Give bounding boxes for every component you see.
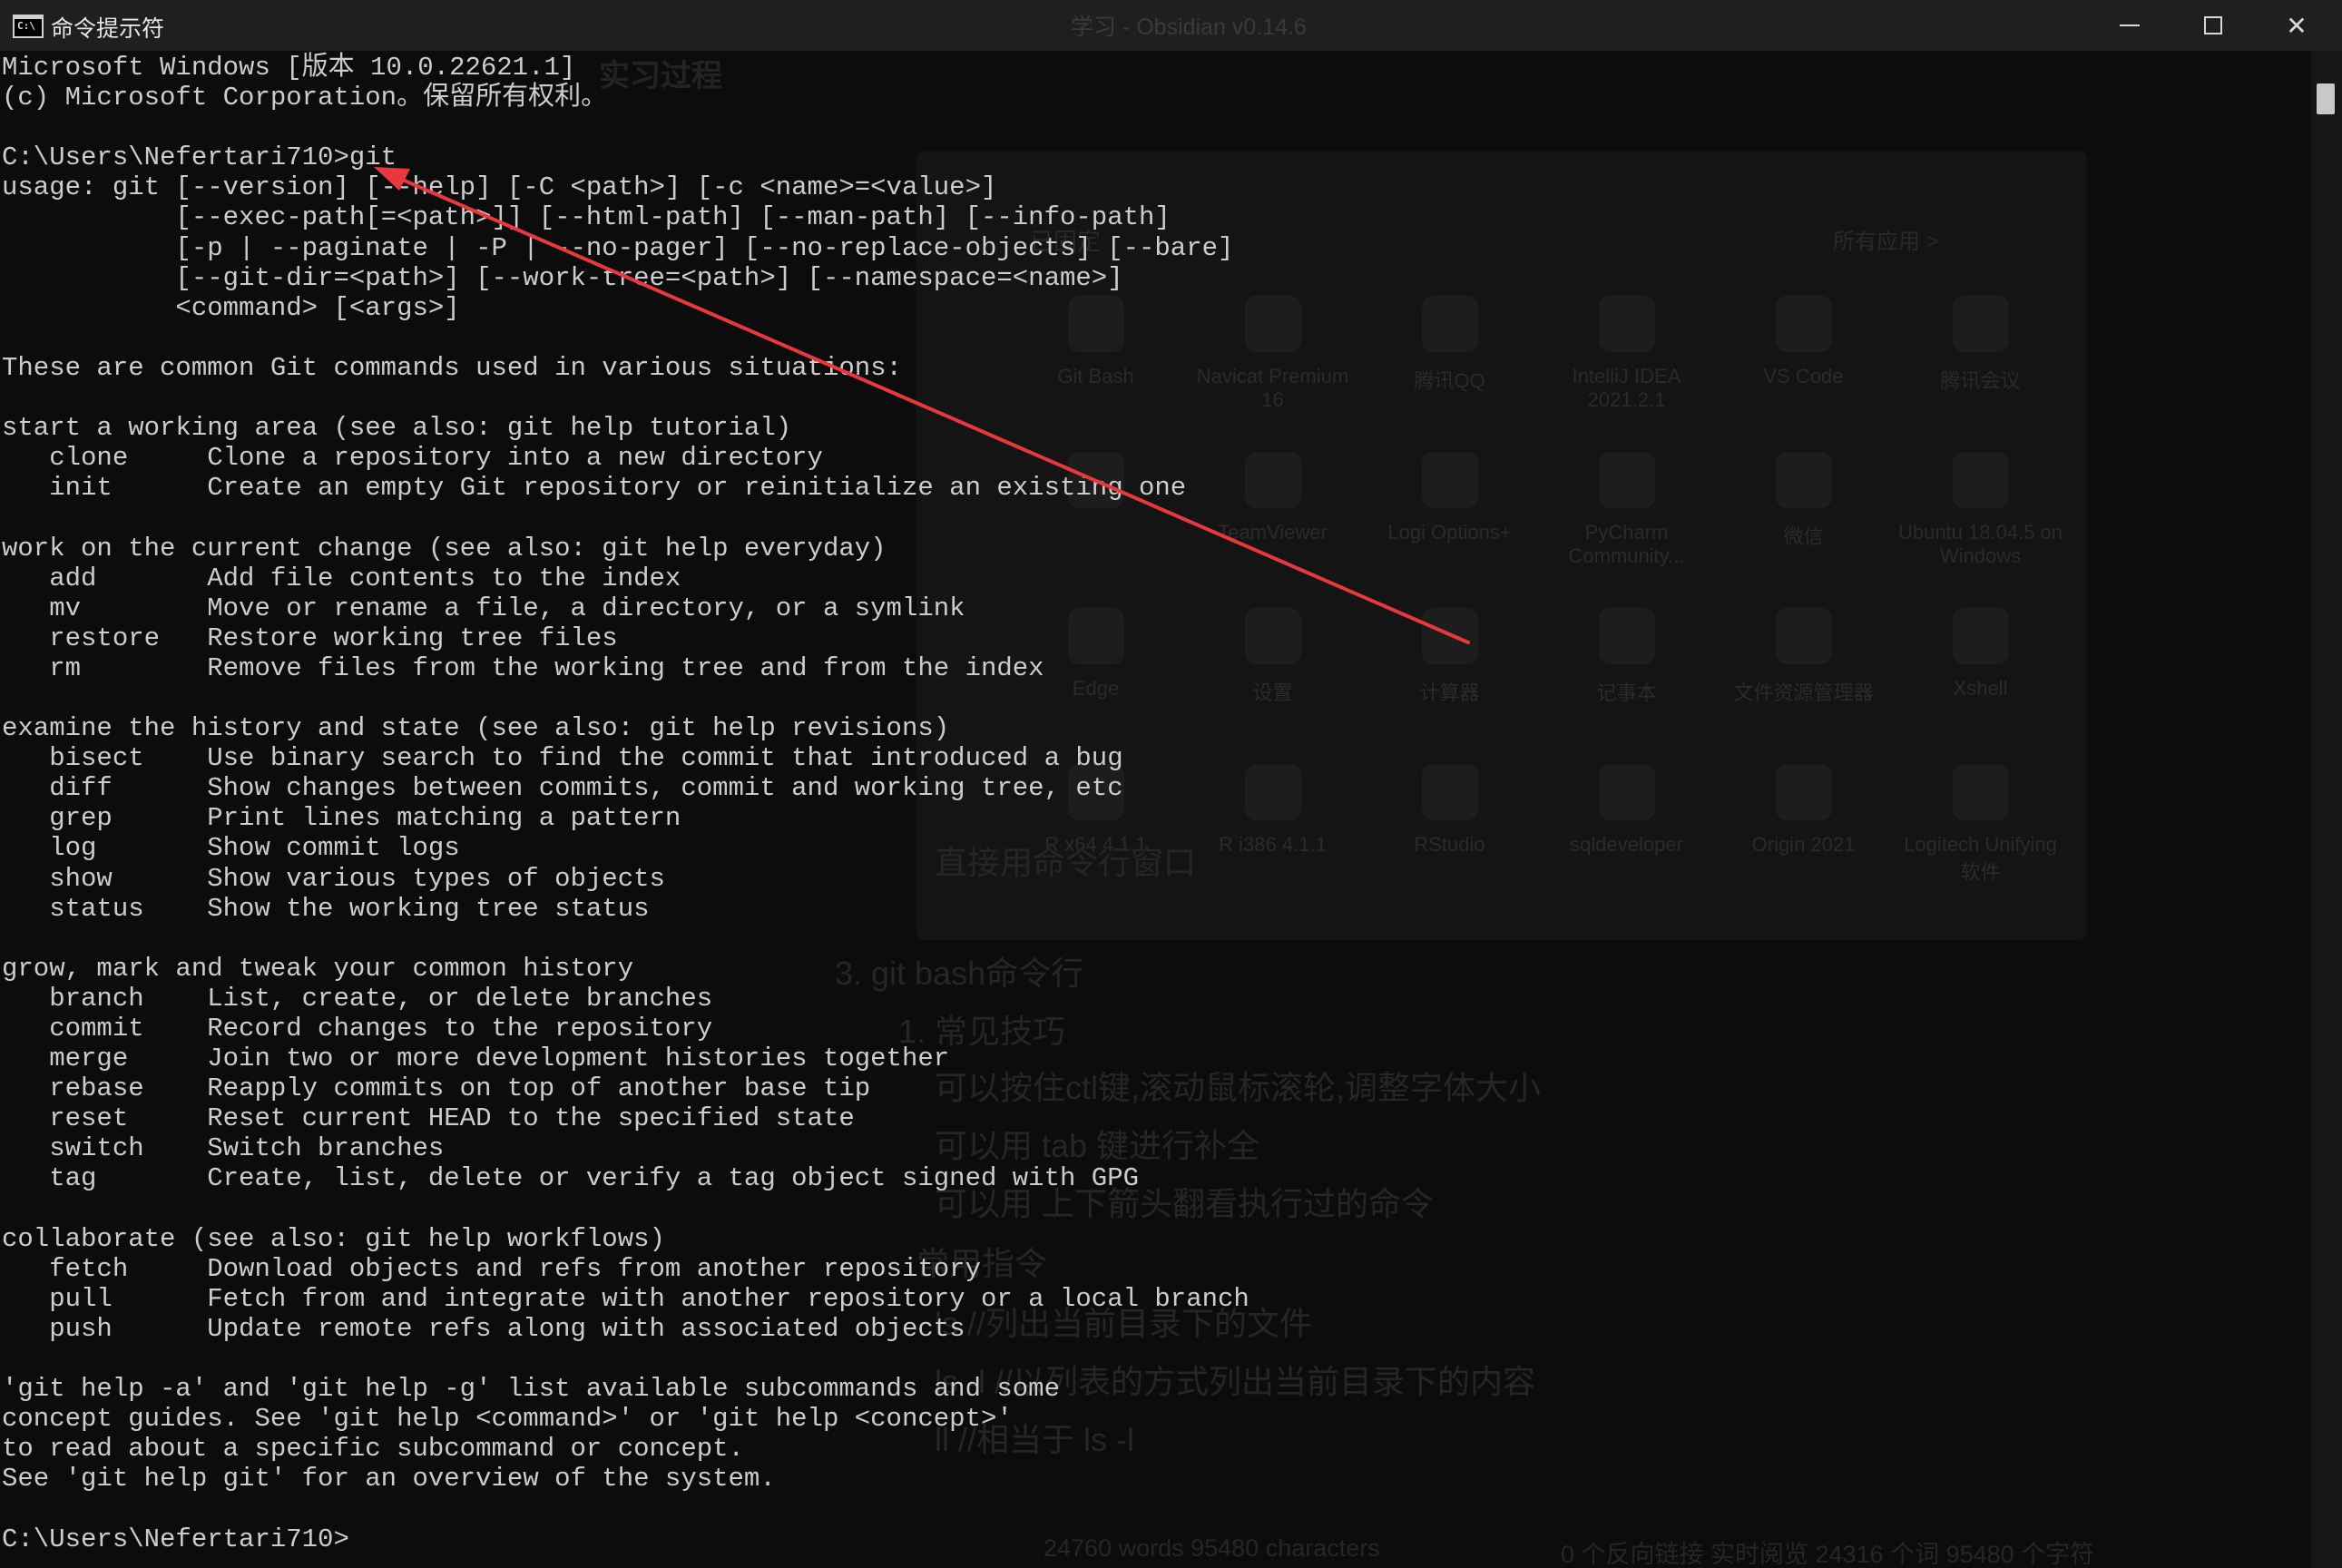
- terminal-line: grep Print lines matching a pattern: [2, 803, 681, 834]
- command-prompt-icon-label: C:\: [17, 20, 35, 32]
- window-title: 命令提示符: [51, 15, 165, 42]
- maximize-button[interactable]: [2171, 0, 2255, 51]
- terminal-line: merge Join two or more development histo…: [2, 1044, 950, 1074]
- maximize-icon: [2204, 16, 2222, 34]
- terminal-line: branch List, create, or delete branches: [2, 983, 713, 1014]
- minimize-icon: [2120, 24, 2140, 26]
- terminal-line: commit Record changes to the repository: [2, 1014, 713, 1044]
- terminal-line: status Show the working tree status: [2, 893, 650, 924]
- terminal-line: switch Switch branches: [2, 1133, 445, 1164]
- terminal-line: These are common Git commands used in va…: [2, 352, 902, 383]
- terminal-line: show Show various types of objects: [2, 863, 665, 894]
- minimize-button[interactable]: [2088, 0, 2171, 51]
- terminal-line: rebase Reapply commits on top of another…: [2, 1073, 871, 1104]
- terminal-line: Microsoft Windows [版本 10.0.22621.1]: [2, 53, 576, 83]
- terminal-line: collaborate (see also: git help workflow…: [2, 1223, 665, 1254]
- terminal-line: to read about a specific subcommand or c…: [2, 1434, 744, 1465]
- terminal-line: clone Clone a repository into a new dire…: [2, 443, 823, 474]
- terminal-line: concept guides. See 'git help <command>'…: [2, 1404, 1013, 1435]
- terminal-line: (c) Microsoft Corporation。保留所有权利。: [2, 83, 608, 113]
- terminal-line: [-p | --paginate | -P | --no-pager] [--n…: [2, 232, 1234, 263]
- terminal-line: diff Show changes between commits, commi…: [2, 773, 1123, 804]
- background-window-title: 学习 - Obsidian v0.14.6: [1071, 15, 1307, 40]
- terminal-line: log Show commit logs: [2, 833, 460, 864]
- scrollbar-thumb[interactable]: [2317, 83, 2335, 114]
- terminal-line: restore Restore working tree files: [2, 622, 618, 653]
- close-button[interactable]: ✕: [2255, 0, 2338, 51]
- terminal-line: C:\Users\Nefertari710>git: [2, 142, 397, 173]
- terminal-line: add Add file contents to the index: [2, 563, 681, 593]
- command-prompt-icon: C:\: [13, 15, 44, 38]
- terminal-line: start a working area (see also: git help…: [2, 413, 792, 444]
- terminal-line: grow, mark and tweak your common history: [2, 953, 634, 984]
- terminal-line: push Update remote refs along with assoc…: [2, 1313, 965, 1344]
- terminal-line: rm Remove files from the working tree an…: [2, 652, 1044, 683]
- title-bar[interactable]: C:\ 命令提示符 学习 - Obsidian v0.14.6 ✕: [0, 0, 2342, 51]
- terminal-line: usage: git [--version] [--help] [-C <pat…: [2, 172, 997, 203]
- terminal-line: [--exec-path[=<path>]] [--html-path] [--…: [2, 202, 1171, 233]
- terminal-line: mv Move or rename a file, a directory, o…: [2, 593, 965, 623]
- terminal-line: <command> [<args>]: [2, 292, 460, 323]
- command-prompt-window: 实习过程 已固定 所有应用 > Git Bash Navicat Premium …: [0, 0, 2342, 1568]
- terminal-line: 'git help -a' and 'git help -g' list ava…: [2, 1374, 1060, 1405]
- terminal-line: pull Fetch from and integrate with anoth…: [2, 1283, 1249, 1314]
- terminal-line: fetch Download objects and refs from ano…: [2, 1253, 981, 1284]
- terminal-line: examine the history and state (see also:…: [2, 713, 950, 744]
- terminal-output[interactable]: Microsoft Windows [版本 10.0.22621.1] (c) M…: [2, 53, 2307, 1566]
- terminal-line: reset Reset current HEAD to the specifie…: [2, 1103, 855, 1134]
- scrollbar-track[interactable]: [2311, 51, 2342, 1568]
- terminal-line: bisect Use binary search to find the com…: [2, 743, 1123, 774]
- terminal-line: See 'git help git' for an overview of th…: [2, 1464, 776, 1494]
- terminal-line: C:\Users\Nefertari710>: [2, 1524, 349, 1554]
- terminal-line: tag Create, list, delete or verify a tag…: [2, 1163, 1140, 1194]
- close-icon: ✕: [2286, 10, 2308, 41]
- terminal-line: init Create an empty Git repository or r…: [2, 473, 1187, 504]
- terminal-line: [--git-dir=<path>] [--work-tree=<path>] …: [2, 262, 1123, 293]
- terminal-line: work on the current change (see also: gi…: [2, 533, 887, 564]
